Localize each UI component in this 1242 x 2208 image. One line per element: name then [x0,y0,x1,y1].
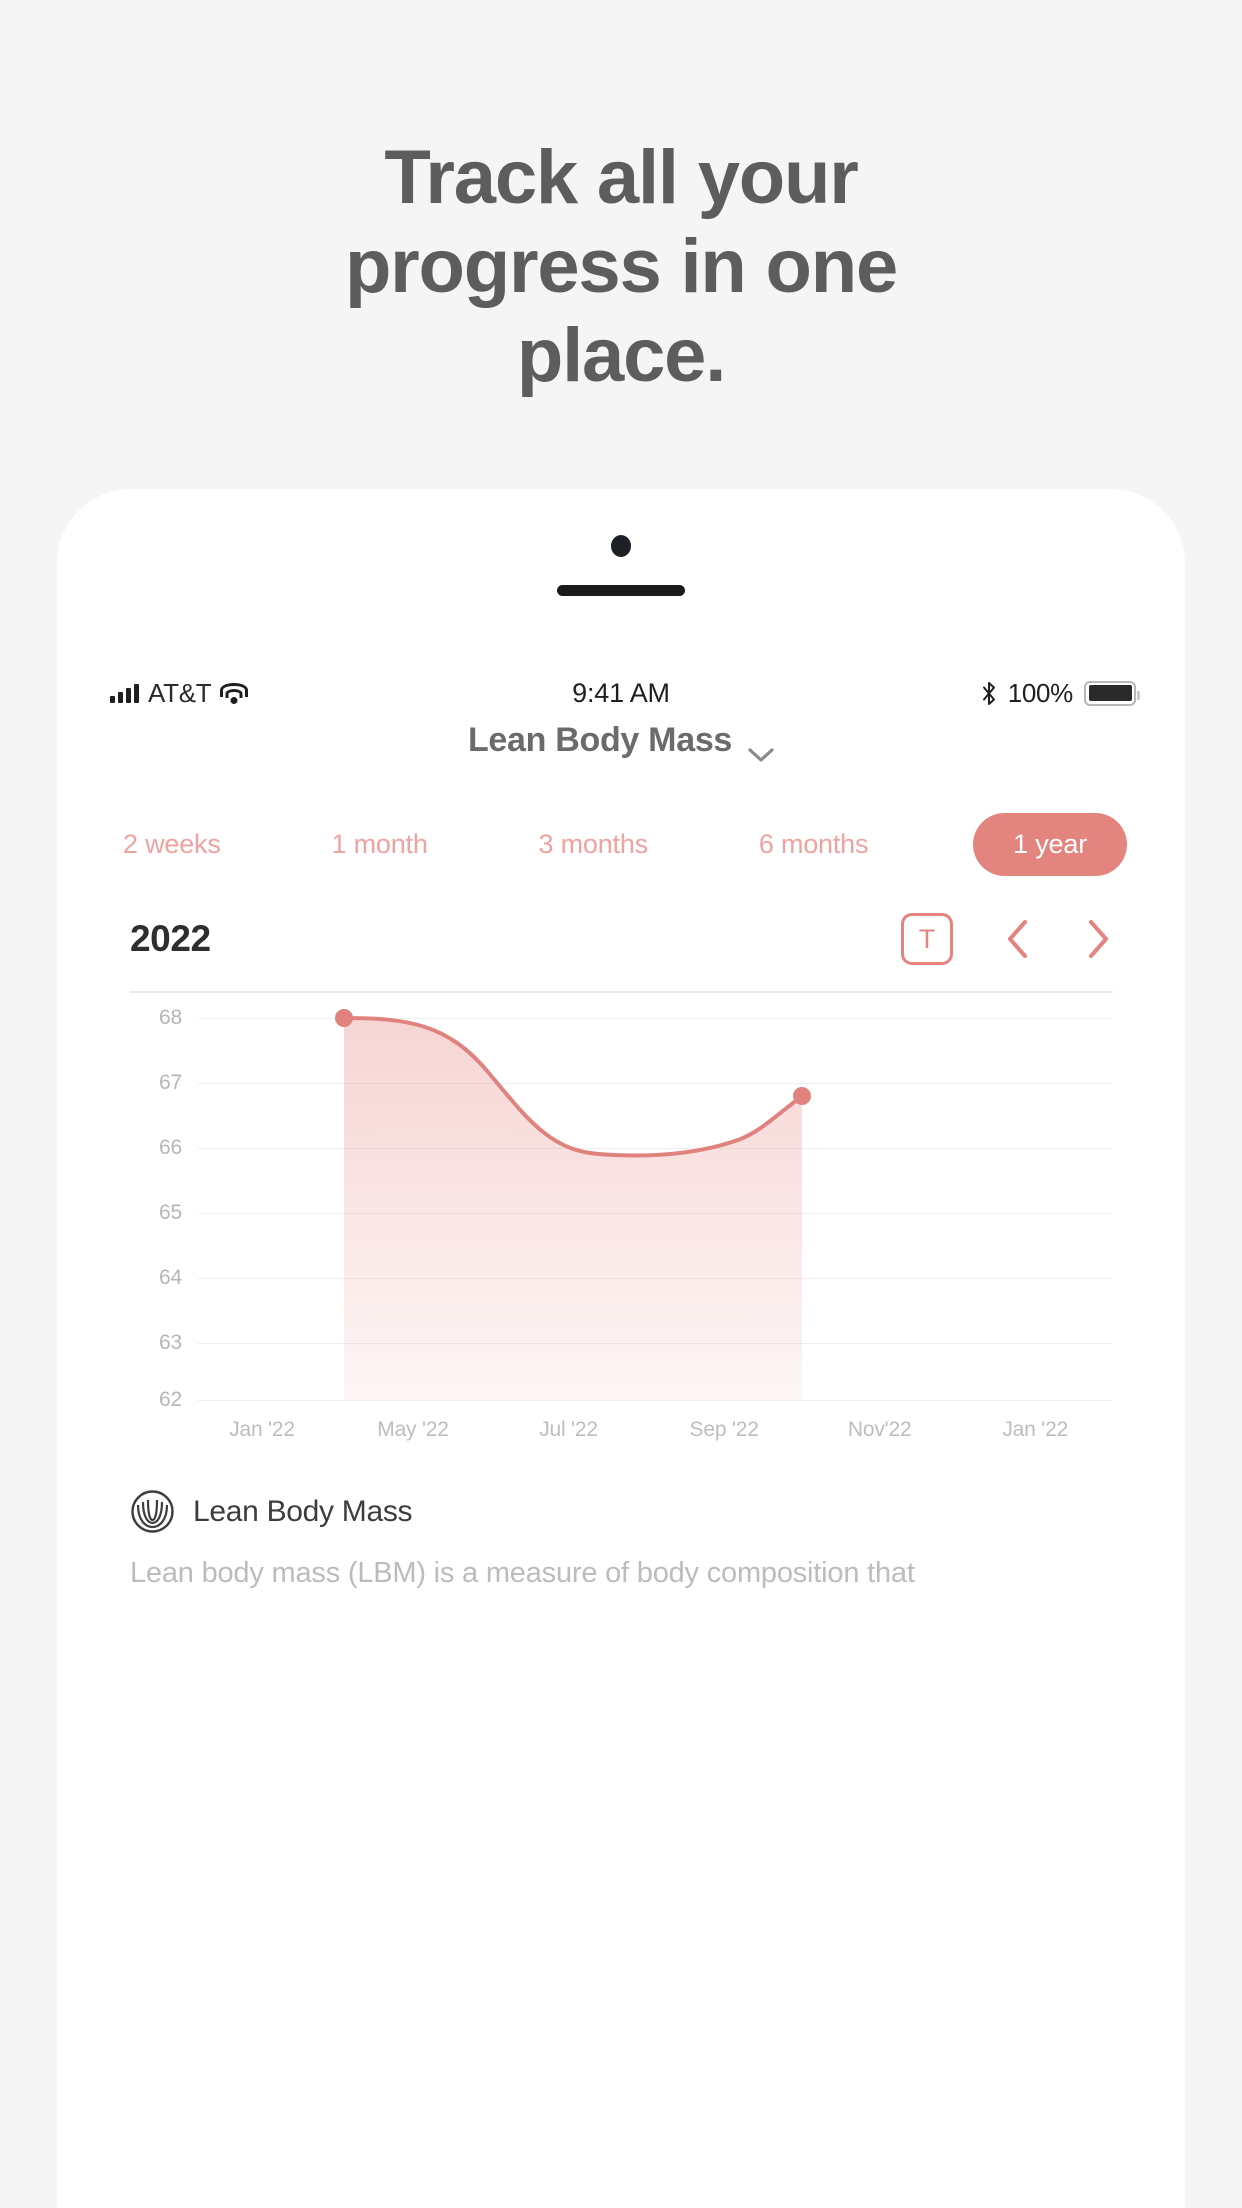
battery-full-icon [1084,680,1140,706]
chevron-right-icon[interactable] [1083,918,1113,960]
x-tick-jan-22: Jan '22 [229,1418,295,1441]
front-camera-dot [611,535,631,557]
chart-series-svg [335,1009,811,1400]
data-point-end [793,1087,811,1105]
status-bar: AT&T 9:41 AM 100% [57,671,1185,715]
y-tick-64: 64 [159,1266,182,1289]
chevron-left-icon[interactable] [1003,918,1033,960]
chart-y-axis: 68 67 66 65 64 63 62 [130,1006,182,1411]
screenshot-root: Track all your progress in one place. AT… [0,0,1242,2208]
metric-description: Lean body mass (LBM) is a measure of bod… [130,1557,915,1589]
app-title-dropdown[interactable]: Lean Body Mass [57,721,1185,762]
headline-line-3: place. [516,313,726,398]
y-tick-62: 62 [159,1388,182,1411]
y-tick-63: 63 [159,1331,182,1354]
year-navigation-row: 2022 T [130,899,1113,979]
lean-body-mass-chart: 68 67 66 65 64 63 62 Jan '22 May '22 Jul… [130,1006,1113,1441]
range-tab-1-year[interactable]: 1 year [973,812,1127,876]
headline-line-2: progress in one [344,224,898,309]
y-tick-66: 66 [159,1136,182,1159]
chart-legend: Lean Body Mass [130,1489,1113,1534]
phone-mockup: AT&T 9:41 AM 100% Lean Body Mass 2 weeks… [57,489,1185,2208]
chart-plot-area: Jan '22 May '22 Jul '22 Sep '22 Nov'22 J… [198,1009,1113,1441]
range-tab-3-months[interactable]: 3 months [533,829,654,860]
x-tick-jan-22-end: Jan '22 [1002,1418,1069,1441]
headline-line-1: Track all your [384,135,858,220]
range-tabs: 2 weeks 1 month 3 months 6 months 1 year [117,812,1127,876]
range-tab-1-month[interactable]: 1 month [326,829,434,860]
y-tick-68: 68 [159,1006,182,1029]
y-tick-67: 67 [159,1071,182,1094]
chevron-down-icon [748,733,774,762]
y-tick-65: 65 [159,1201,182,1224]
range-tab-6-months[interactable]: 6 months [753,829,874,860]
page-title: Lean Body Mass [467,721,733,759]
x-tick-jul-22: Jul '22 [539,1418,598,1441]
data-point-start [335,1009,353,1027]
legend-label: Lean Body Mass [193,1494,413,1528]
status-bar-right: 100% [981,671,1140,715]
range-tab-2-weeks[interactable]: 2 weeks [117,829,227,860]
x-tick-nov-22: Nov'22 [847,1418,912,1441]
today-button[interactable]: T [901,913,953,965]
page-headline: Track all your progress in one place. [0,133,1242,400]
year-controls: T [901,913,1113,965]
earpiece-speaker [557,585,685,596]
x-tick-may-22: May '22 [377,1418,449,1441]
x-tick-sep-22: Sep '22 [689,1418,759,1441]
chart-x-axis: Jan '22 May '22 Jul '22 Sep '22 Nov'22 J… [198,1418,1113,1452]
battery-percent-label: 100% [1007,677,1074,708]
bluetooth-icon [981,681,997,706]
lean-body-mass-icon [130,1489,175,1534]
header-divider [130,991,1113,993]
year-label: 2022 [130,918,211,959]
